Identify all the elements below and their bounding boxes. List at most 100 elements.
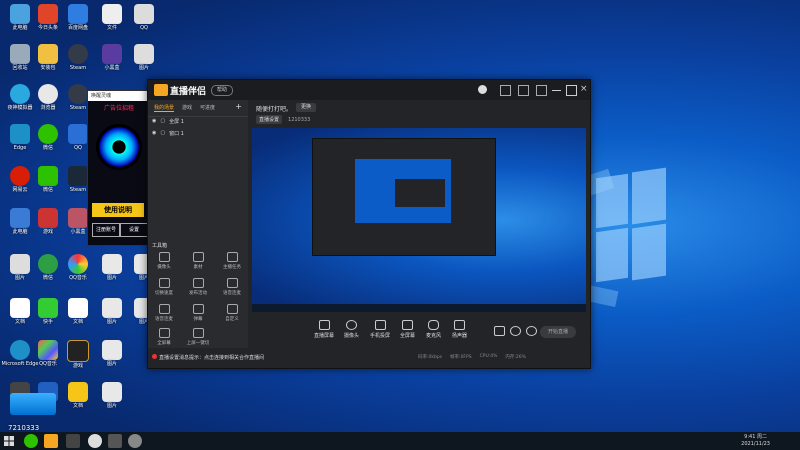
preview-nested-window-inner bbox=[395, 179, 445, 207]
live-companion-window: 直播伴侣 帮助 × 我的场景 游戏 可进度 + ◉ ▢ 全屏 1 ◉ ▢ 窗口 1 工具… bbox=[147, 79, 591, 369]
fullscreen-button[interactable]: 全屏幕 bbox=[400, 320, 415, 339]
change-title-button[interactable]: 更换 bbox=[296, 103, 317, 112]
usage-guide-button[interactable]: 使用说明 bbox=[92, 203, 144, 217]
tool-voice-2[interactable]: 语音连麦 bbox=[150, 304, 178, 324]
promo-top-label: 唤醒灵魂 bbox=[88, 91, 150, 101]
tool-assets[interactable]: 素材 bbox=[184, 252, 212, 272]
record-icon[interactable] bbox=[494, 326, 505, 336]
left-panel: 我的场景 游戏 可进度 + ◉ ▢ 全屏 1 ◉ ▢ 窗口 1 工具箱 摄像头 素材 主… bbox=[148, 100, 248, 348]
app-brand: 直播伴侣 bbox=[170, 87, 207, 97]
settings-button[interactable]: 设置 bbox=[120, 223, 148, 237]
stream-preview[interactable] bbox=[252, 128, 586, 312]
task-icon bbox=[226, 252, 238, 262]
main-panel: 随便打打吧。 更换 直播设置 1210333 直播屏幕 摄像头 手机投屏 全屏幕… bbox=[248, 100, 590, 368]
taskbar-browser-icon[interactable] bbox=[88, 434, 102, 448]
lock-icon[interactable]: ▢ bbox=[160, 118, 165, 125]
live-badge bbox=[10, 393, 56, 415]
app-icon bbox=[38, 298, 58, 318]
minimize-icon[interactable] bbox=[552, 90, 561, 91]
microphone-button[interactable]: 麦克风 bbox=[426, 320, 441, 339]
room-number: 1210333 bbox=[288, 116, 311, 123]
file-icon bbox=[102, 4, 122, 24]
message-icon[interactable] bbox=[500, 85, 511, 96]
download-icon bbox=[192, 278, 204, 288]
dot-icon[interactable] bbox=[510, 326, 521, 336]
help-button[interactable]: 帮助 bbox=[211, 85, 234, 96]
tab-progress[interactable]: 可进度 bbox=[200, 104, 215, 112]
tab-games[interactable]: 游戏 bbox=[182, 104, 192, 112]
promo-card[interactable]: 唤醒灵魂 广告位招租 使用说明 注册账号 设置 bbox=[87, 90, 151, 246]
live-room-id: 7210333 bbox=[8, 424, 40, 432]
tool-custom[interactable]: 自定义 bbox=[218, 304, 246, 324]
image-icon bbox=[102, 298, 122, 318]
maximize-icon[interactable] bbox=[566, 85, 577, 96]
tool-voice[interactable]: 语音连麦 bbox=[218, 278, 246, 298]
tool-activity[interactable]: 发布活动 bbox=[184, 278, 212, 298]
close-icon[interactable]: × bbox=[580, 85, 589, 94]
tool-speed[interactable]: 切换速度 bbox=[150, 278, 178, 298]
windows-logo bbox=[596, 167, 666, 288]
scene-item[interactable]: ◉ ▢ 全屏 1 bbox=[152, 118, 184, 125]
taskbar-app-icon[interactable] bbox=[66, 434, 80, 448]
desktop-icon[interactable]: 图片 bbox=[92, 340, 132, 372]
speed-icon bbox=[158, 278, 170, 288]
scene-item[interactable]: ◉ ▢ 窗口 1 bbox=[152, 130, 184, 137]
shirt-icon[interactable] bbox=[536, 85, 547, 96]
file-icon bbox=[68, 298, 88, 318]
tool-danmaku[interactable]: 弹幕 bbox=[184, 304, 212, 324]
notice-bar[interactable]: 直播设置消息提示：点击连接到相关合作直播间 bbox=[152, 354, 264, 361]
tab-scenes[interactable]: 我的场景 bbox=[154, 104, 175, 112]
app-icon bbox=[38, 254, 58, 274]
tool-camera[interactable]: 摄像头 bbox=[150, 252, 178, 272]
image-icon bbox=[192, 252, 204, 262]
promo-disc-image bbox=[96, 124, 142, 170]
add-scene-icon[interactable]: + bbox=[235, 103, 242, 112]
fullscreen-icon bbox=[402, 320, 413, 330]
speaker-icon bbox=[454, 320, 465, 330]
eye-icon[interactable]: ◉ bbox=[152, 118, 156, 125]
eye-icon[interactable]: ◉ bbox=[152, 130, 156, 137]
taskbar-app-icon[interactable] bbox=[108, 434, 122, 448]
desktop-icon[interactable]: QQ bbox=[124, 4, 164, 36]
edge-icon bbox=[10, 340, 30, 360]
settings-icon[interactable] bbox=[518, 85, 529, 96]
desktop-icon[interactable]: 图片 bbox=[124, 44, 164, 76]
app-icon bbox=[38, 208, 58, 228]
app-icon bbox=[10, 44, 30, 64]
phone-cast-button[interactable]: 手机投屏 bbox=[370, 320, 390, 339]
taskbar-live-companion-icon[interactable] bbox=[44, 434, 58, 448]
file-icon bbox=[68, 382, 88, 402]
wechat-icon bbox=[38, 124, 58, 144]
taskbar-app-icon[interactable] bbox=[128, 434, 142, 448]
monitor-icon bbox=[318, 320, 330, 330]
taskbar-wechat-icon[interactable] bbox=[24, 434, 38, 448]
folder-icon bbox=[38, 44, 58, 64]
lock-icon[interactable]: ▢ bbox=[160, 130, 165, 137]
chat-icon bbox=[192, 304, 204, 314]
image-icon bbox=[102, 340, 122, 360]
app-icon bbox=[10, 208, 30, 228]
tool-tasks[interactable]: 主播任务 bbox=[218, 252, 246, 272]
avatar[interactable] bbox=[478, 85, 487, 94]
toolbox-header: 工具箱 bbox=[152, 243, 168, 249]
screen-capture-button[interactable]: 直播屏幕 bbox=[314, 320, 334, 339]
steam-icon bbox=[68, 166, 88, 186]
tool-fullscreen[interactable]: 全屏幕 bbox=[150, 328, 178, 348]
image-icon bbox=[134, 44, 154, 64]
app-icon bbox=[10, 124, 30, 144]
speaker-button[interactable]: 扬声器 bbox=[452, 320, 467, 339]
preview-taskbar bbox=[252, 304, 586, 312]
image-icon bbox=[102, 254, 122, 274]
camera-button[interactable]: 摄像头 bbox=[344, 320, 359, 339]
tool-screen-switch[interactable]: 上屏一键切 bbox=[184, 328, 212, 348]
live-settings-chip[interactable]: 直播设置 bbox=[256, 115, 283, 124]
start-live-button[interactable]: 开始直播 bbox=[540, 326, 576, 338]
desktop-icon[interactable]: 图片 bbox=[92, 382, 132, 414]
windows-start-icon[interactable] bbox=[4, 436, 14, 446]
gear-icon[interactable] bbox=[526, 326, 537, 336]
app-icon bbox=[38, 4, 58, 24]
alert-icon bbox=[152, 354, 157, 359]
register-button[interactable]: 注册账号 bbox=[92, 223, 120, 237]
preview-nested-window bbox=[312, 138, 496, 256]
system-clock[interactable]: 9:41 周二 2021/11/23 bbox=[741, 434, 770, 448]
